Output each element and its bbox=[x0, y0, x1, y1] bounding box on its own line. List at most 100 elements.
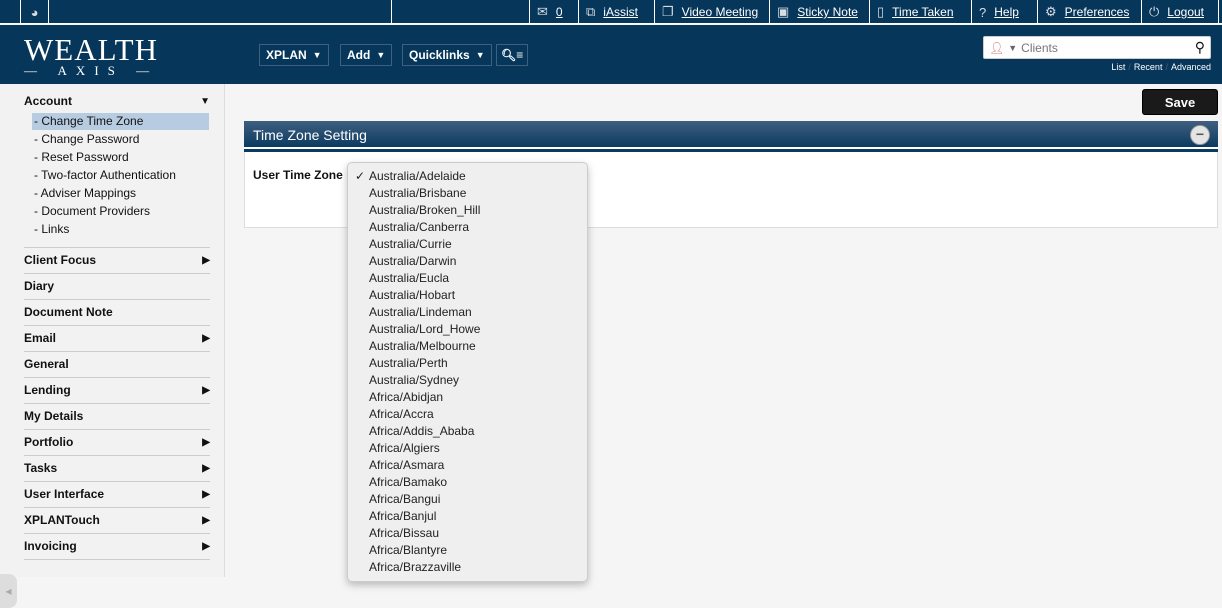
timezone-option[interactable]: Australia/Eucla bbox=[348, 270, 587, 287]
panel-title: Time Zone Setting bbox=[253, 127, 367, 143]
timezone-option[interactable]: Africa/Abidjan bbox=[348, 389, 587, 406]
timezone-option[interactable]: Africa/Accra bbox=[348, 406, 587, 423]
messages-count[interactable]: 0 bbox=[556, 5, 563, 19]
timezone-option[interactable]: Africa/Blantyre bbox=[348, 542, 587, 559]
sidebar-section[interactable]: Lending ▶ bbox=[24, 381, 210, 399]
iassist-link[interactable]: ⧉ iAssist bbox=[578, 0, 645, 24]
caret-right-icon: ▶ bbox=[202, 488, 210, 500]
timezone-option[interactable]: Australia/Darwin bbox=[348, 253, 587, 270]
panel-header: Time Zone Setting − bbox=[244, 121, 1218, 149]
sticky-note-label[interactable]: Sticky Note bbox=[797, 5, 858, 19]
help-label[interactable]: Help bbox=[994, 5, 1019, 19]
recent-link[interactable]: Recent bbox=[1134, 62, 1163, 72]
help-link[interactable]: ? Help bbox=[971, 0, 1026, 24]
timezone-dropdown[interactable]: ✓ Australia/Adelaide Australia/Brisbane Aus… bbox=[347, 162, 588, 582]
timezone-option[interactable]: Australia/Broken_Hill bbox=[348, 202, 587, 219]
logout-link[interactable]: ⏻ Logout bbox=[1141, 0, 1219, 24]
globe-button[interactable]: ◕ bbox=[20, 0, 48, 24]
sidebar-section[interactable]: Client Focus ▶ bbox=[24, 251, 210, 269]
sidebar-section[interactable]: User Interface ▶ bbox=[24, 485, 210, 503]
caret-right-icon: ▶ bbox=[202, 540, 210, 552]
globe-icon: ◕ bbox=[30, 4, 39, 20]
envelope-icon: ✉ bbox=[537, 4, 548, 19]
sticky-note-icon: ▣ bbox=[777, 4, 790, 19]
add-menu[interactable]: Add ▼ bbox=[340, 44, 393, 66]
timezone-option[interactable]: Africa/Addis_Ababa bbox=[348, 423, 587, 440]
divider bbox=[24, 351, 210, 352]
preferences-label[interactable]: Preferences bbox=[1065, 5, 1130, 19]
user-time-zone-label: User Time Zone bbox=[253, 168, 343, 182]
timezone-option[interactable]: Australia/Hobart bbox=[348, 287, 587, 304]
save-button[interactable]: Save bbox=[1142, 89, 1218, 115]
sidebar-section[interactable]: XPLANTouch ▶ bbox=[24, 511, 210, 529]
sidebar-section[interactable]: Document Note bbox=[24, 303, 210, 321]
caret-right-icon: ▶ bbox=[202, 436, 210, 448]
timezone-option[interactable]: Australia/Melbourne bbox=[348, 338, 587, 355]
time-taken-label[interactable]: Time Taken bbox=[892, 5, 953, 19]
top-utility-bar: ◕ ✉ 0 ⧉ iAssist ❐ Video Meeting ▣ Sticky Not… bbox=[0, 0, 1222, 24]
timezone-option[interactable]: Africa/Banjul bbox=[348, 508, 587, 525]
sidebar-section[interactable]: Portfolio ▶ bbox=[24, 433, 210, 451]
video-meeting-link[interactable]: ❐ Video Meeting bbox=[654, 0, 765, 24]
sidebar-item[interactable]: - Change Password bbox=[32, 131, 209, 148]
client-search-input[interactable] bbox=[1021, 40, 1191, 55]
xplan-menu[interactable]: XPLAN ▼ bbox=[259, 44, 329, 66]
timezone-option[interactable]: Africa/Algiers bbox=[348, 440, 587, 457]
divider bbox=[24, 247, 210, 248]
sidebar-item[interactable]: - Change Time Zone bbox=[32, 113, 209, 130]
logout-label[interactable]: Logout bbox=[1167, 5, 1204, 19]
wealth-axis-logo[interactable]: WEALTH — AXIS — bbox=[24, 32, 159, 79]
timezone-option[interactable]: Australia/Sydney bbox=[348, 372, 587, 389]
quicklinks-menu[interactable]: Quicklinks ▼ bbox=[402, 44, 492, 66]
caret-down-icon: ▼ bbox=[376, 50, 386, 60]
timezone-option[interactable]: Australia/Brisbane bbox=[348, 185, 587, 202]
timezone-option[interactable]: Africa/Bangui bbox=[348, 491, 587, 508]
logo-line1: WEALTH bbox=[24, 32, 158, 67]
iassist-label[interactable]: iAssist bbox=[603, 5, 638, 19]
divider bbox=[24, 377, 210, 378]
timezone-option[interactable]: Africa/Bamako bbox=[348, 474, 587, 491]
timezone-option[interactable]: Africa/Asmara bbox=[348, 457, 587, 474]
sticky-note-link[interactable]: ▣ Sticky Note bbox=[769, 0, 865, 24]
sidebar-section[interactable]: Diary bbox=[24, 277, 210, 295]
sidebar-section[interactable]: Invoicing ▶ bbox=[24, 537, 210, 555]
video-meeting-label[interactable]: Video Meeting bbox=[682, 5, 759, 19]
sidebar-section[interactable]: Tasks ▶ bbox=[24, 459, 210, 477]
collapse-sidebar-button[interactable]: ◂ bbox=[0, 574, 17, 608]
search-list-icon: 🔍︎≡ bbox=[501, 48, 524, 62]
search-icon[interactable]: ⚲ bbox=[1195, 39, 1205, 56]
caret-down-icon[interactable]: ▼ bbox=[1008, 43, 1017, 53]
sidebar-section[interactable]: Email ▶ bbox=[24, 329, 210, 347]
user-icon[interactable]: 👤︎ bbox=[989, 41, 1004, 55]
collapse-panel-button[interactable]: − bbox=[1190, 125, 1210, 145]
search-menu-button[interactable]: 🔍︎≡ bbox=[496, 44, 529, 66]
sidebar-section-account[interactable]: Account ▼ bbox=[24, 92, 210, 110]
sidebar-section[interactable]: My Details bbox=[24, 407, 210, 425]
caret-right-icon: ▶ bbox=[202, 332, 210, 344]
sidebar-section[interactable]: General bbox=[24, 355, 210, 373]
list-link[interactable]: List bbox=[1111, 62, 1125, 72]
messages-link[interactable]: ✉ 0 bbox=[529, 0, 570, 24]
divider bbox=[24, 481, 210, 482]
caret-right-icon: ▶ bbox=[202, 462, 210, 474]
timezone-option[interactable]: Australia/Lord_Howe bbox=[348, 321, 587, 338]
timezone-option[interactable]: Australia/Lindeman bbox=[348, 304, 587, 321]
checkmark-icon: ✓ bbox=[355, 169, 366, 183]
time-taken-link[interactable]: ▯ Time Taken bbox=[869, 0, 961, 24]
advanced-link[interactable]: Advanced bbox=[1171, 62, 1211, 72]
sidebar-item[interactable]: - Links bbox=[32, 221, 209, 238]
divider bbox=[24, 299, 210, 300]
timezone-option[interactable]: ✓ Australia/Adelaide bbox=[348, 168, 587, 185]
main-header: WEALTH — AXIS — XPLAN ▼ Add ▼ Quicklinks ▼ … bbox=[0, 25, 1222, 84]
timezone-option[interactable]: Australia/Currie bbox=[348, 236, 587, 253]
preferences-link[interactable]: ⚙ Preferences bbox=[1037, 0, 1136, 24]
timezone-option[interactable]: Australia/Canberra bbox=[348, 219, 587, 236]
timezone-option[interactable]: Africa/Brazzaville bbox=[348, 559, 587, 576]
timezone-option[interactable]: Australia/Perth bbox=[348, 355, 587, 372]
timezone-option[interactable]: Africa/Bissau bbox=[348, 525, 587, 542]
sidebar-item[interactable]: - Document Providers bbox=[32, 203, 209, 220]
logo-line2: — AXIS — bbox=[24, 63, 159, 78]
sidebar-item[interactable]: - Reset Password bbox=[32, 149, 209, 166]
sidebar-item[interactable]: - Adviser Mappings bbox=[32, 185, 209, 202]
sidebar-item[interactable]: - Two-factor Authentication bbox=[32, 167, 209, 184]
